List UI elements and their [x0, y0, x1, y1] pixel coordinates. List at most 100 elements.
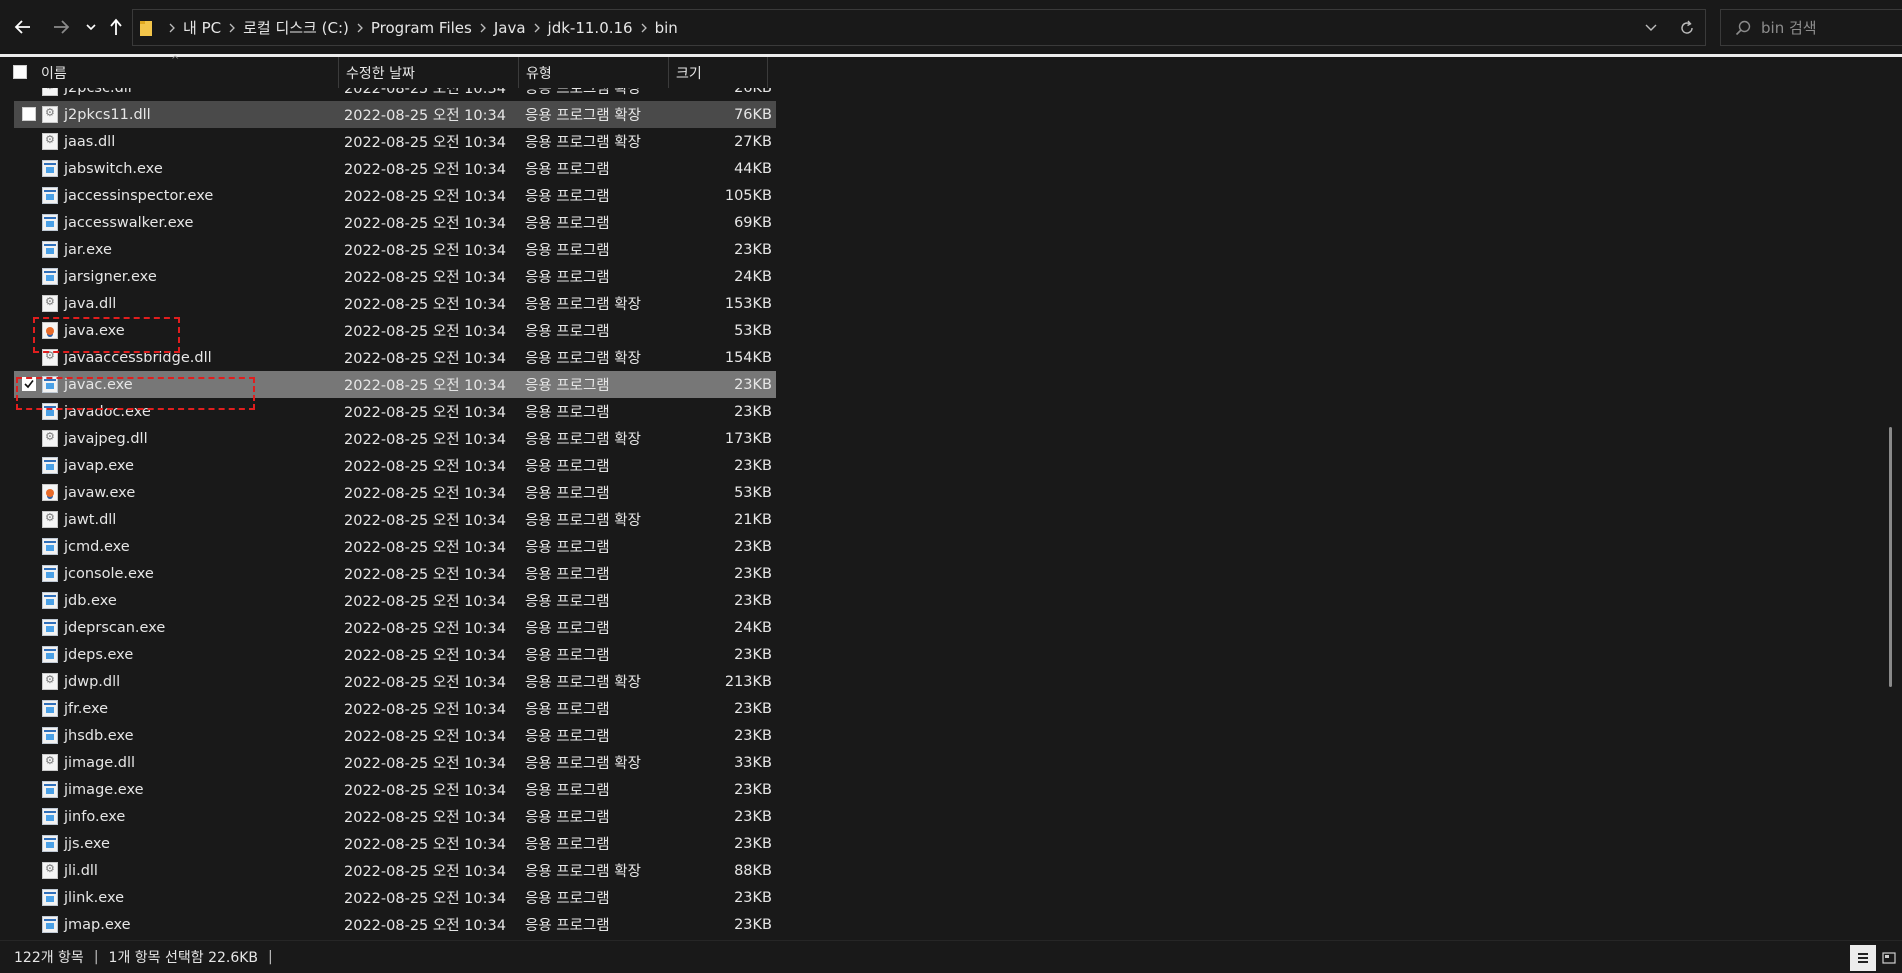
folder-icon: [139, 19, 153, 37]
file-size: 23KB: [734, 727, 772, 744]
up-button[interactable]: [104, 10, 128, 44]
file-modified: 2022-08-25 오전 10:34: [344, 756, 506, 772]
column-modified[interactable]: 수정한 날짜: [338, 57, 518, 88]
file-row[interactable]: jjs.exe 2022-08-25 오전 10:34 응용 프로그램 23KB: [14, 830, 776, 857]
chevron-right-icon[interactable]: [472, 23, 494, 33]
file-row[interactable]: jimage.dll 2022-08-25 오전 10:34 응용 프로그램 확장 3…: [14, 749, 776, 776]
row-checkbox[interactable]: [22, 107, 36, 121]
file-size: 23KB: [734, 916, 772, 933]
column-name[interactable]: 이름: [33, 57, 338, 88]
chevron-right-icon[interactable]: [526, 23, 548, 33]
chevron-right-icon[interactable]: [349, 23, 371, 33]
breadcrumb-item-bin[interactable]: bin: [655, 19, 678, 37]
back-button[interactable]: [8, 10, 38, 44]
chevron-right-icon[interactable]: [633, 23, 655, 33]
chevron-down-icon: [1645, 24, 1657, 31]
exe-icon: [42, 781, 58, 798]
column-type[interactable]: 유형: [518, 57, 668, 88]
recent-locations-button[interactable]: [82, 10, 100, 44]
file-row[interactable]: javadoc.exe 2022-08-25 오전 10:34 응용 프로그램 23K…: [14, 398, 776, 425]
file-row[interactable]: javaw.exe 2022-08-25 오전 10:34 응용 프로그램 53KB: [14, 479, 776, 506]
file-modified: 2022-08-25 오전 10:34: [344, 270, 506, 286]
file-row[interactable]: j2pcsc.dll 2022-08-25 오전 10:34 응용 프로그램 확장 2…: [14, 88, 776, 101]
address-bar[interactable]: 내 PC 로컬 디스크 (C:) Program Files Java jdk-…: [132, 9, 1706, 46]
file-size: 69KB: [734, 214, 772, 231]
column-size[interactable]: 크기: [668, 57, 767, 88]
select-all-checkbox[interactable]: [13, 65, 27, 79]
scrollbar-thumb[interactable]: [1889, 427, 1892, 687]
chevron-right-icon[interactable]: [221, 23, 243, 33]
file-modified: 2022-08-25 오전 10:34: [344, 243, 506, 259]
file-row[interactable]: javac.exe 2022-08-25 오전 10:34 응용 프로그램 23KB: [14, 371, 776, 398]
file-row[interactable]: jarsigner.exe 2022-08-25 오전 10:34 응용 프로그램 2…: [14, 263, 776, 290]
breadcrumb-item-program-files[interactable]: Program Files: [371, 19, 472, 37]
address-history-button[interactable]: [1633, 24, 1669, 32]
file-row[interactable]: jfr.exe 2022-08-25 오전 10:34 응용 프로그램 23KB: [14, 695, 776, 722]
file-row[interactable]: jar.exe 2022-08-25 오전 10:34 응용 프로그램 23KB: [14, 236, 776, 263]
file-type: 응용 프로그램: [525, 189, 610, 205]
file-row[interactable]: jhsdb.exe 2022-08-25 오전 10:34 응용 프로그램 23KB: [14, 722, 776, 749]
file-row[interactable]: javaaccessbridge.dll 2022-08-25 오전 10:34 응…: [14, 344, 776, 371]
breadcrumb-item-local-disk[interactable]: 로컬 디스크 (C:): [243, 17, 349, 38]
view-switcher: [1850, 945, 1902, 971]
dll-icon: [42, 133, 58, 150]
breadcrumb-item-this-pc[interactable]: 내 PC: [183, 17, 221, 38]
dll-icon: [42, 673, 58, 690]
file-row[interactable]: javap.exe 2022-08-25 오전 10:34 응용 프로그램 23KB: [14, 452, 776, 479]
breadcrumb-item-java[interactable]: Java: [494, 19, 526, 37]
search-box[interactable]: [1720, 9, 1902, 46]
file-modified: 2022-08-25 오전 10:34: [344, 891, 506, 907]
file-row[interactable]: jdb.exe 2022-08-25 오전 10:34 응용 프로그램 23KB: [14, 587, 776, 614]
file-modified: 2022-08-25 오전 10:34: [344, 189, 506, 205]
file-modified: 2022-08-25 오전 10:34: [344, 297, 506, 313]
breadcrumb-item-jdk[interactable]: jdk-11.0.16: [548, 19, 633, 37]
file-row[interactable]: jinfo.exe 2022-08-25 오전 10:34 응용 프로그램 23KB: [14, 803, 776, 830]
file-row[interactable]: javajpeg.dll 2022-08-25 오전 10:34 응용 프로그램 확…: [14, 425, 776, 452]
file-size: 153KB: [724, 295, 772, 312]
file-name: javap.exe: [64, 457, 134, 474]
file-type: 응용 프로그램: [525, 567, 610, 583]
file-name: jawt.dll: [64, 511, 117, 528]
file-size: 23KB: [734, 646, 772, 663]
column-divider[interactable]: [767, 57, 768, 88]
file-row[interactable]: jconsole.exe 2022-08-25 오전 10:34 응용 프로그램 23…: [14, 560, 776, 587]
exe-icon: [42, 916, 58, 933]
file-row[interactable]: java.dll 2022-08-25 오전 10:34 응용 프로그램 확장 153…: [14, 290, 776, 317]
file-name: jaas.dll: [64, 133, 116, 150]
forward-button[interactable]: [46, 10, 76, 44]
address-actions: [1633, 10, 1705, 45]
status-bar: 122개 항목 | 1개 항목 선택함 22.6KB |: [0, 940, 1902, 973]
exe-icon: [42, 214, 58, 231]
file-row[interactable]: jdwp.dll 2022-08-25 오전 10:34 응용 프로그램 확장 213…: [14, 668, 776, 695]
file-row[interactable]: jdeprscan.exe 2022-08-25 오전 10:34 응용 프로그램 2…: [14, 614, 776, 641]
file-row[interactable]: java.exe 2022-08-25 오전 10:34 응용 프로그램 53KB: [14, 317, 776, 344]
file-row[interactable]: jaccesswalker.exe 2022-08-25 오전 10:34 응용 프…: [14, 209, 776, 236]
arrow-up-icon: [110, 18, 122, 35]
file-row[interactable]: jli.dll 2022-08-25 오전 10:34 응용 프로그램 확장 88KB: [14, 857, 776, 884]
file-name: jhsdb.exe: [64, 727, 134, 744]
vertical-scrollbar[interactable]: [1882, 57, 1902, 940]
details-view-button[interactable]: [1850, 945, 1876, 971]
file-row[interactable]: jimage.exe 2022-08-25 오전 10:34 응용 프로그램 23KB: [14, 776, 776, 803]
file-row[interactable]: jmap.exe 2022-08-25 오전 10:34 응용 프로그램 23KB: [14, 911, 776, 938]
file-row[interactable]: jawt.dll 2022-08-25 오전 10:34 응용 프로그램 확장 21K…: [14, 506, 776, 533]
file-row[interactable]: jdeps.exe 2022-08-25 오전 10:34 응용 프로그램 23KB: [14, 641, 776, 668]
file-modified: 2022-08-25 오전 10:34: [344, 567, 506, 583]
file-row[interactable]: jaas.dll 2022-08-25 오전 10:34 응용 프로그램 확장 27K…: [14, 128, 776, 155]
file-type: 응용 프로그램: [525, 216, 610, 232]
exe-icon: [42, 619, 58, 636]
file-row[interactable]: jaccessinspector.exe 2022-08-25 오전 10:34 응…: [14, 182, 776, 209]
large-icons-view-button[interactable]: [1876, 945, 1902, 971]
file-row[interactable]: jabswitch.exe 2022-08-25 오전 10:34 응용 프로그램 4…: [14, 155, 776, 182]
file-row[interactable]: jlink.exe 2022-08-25 오전 10:34 응용 프로그램 23KB: [14, 884, 776, 911]
file-name: javadoc.exe: [64, 403, 151, 420]
file-row[interactable]: j2pkcs11.dll 2022-08-25 오전 10:34 응용 프로그램 확…: [14, 101, 776, 128]
file-row[interactable]: jcmd.exe 2022-08-25 오전 10:34 응용 프로그램 23KB: [14, 533, 776, 560]
file-name: jdb.exe: [64, 592, 117, 609]
refresh-button[interactable]: [1669, 20, 1705, 36]
arrow-left-icon: [14, 20, 30, 34]
file-type: 응용 프로그램 확장: [525, 432, 641, 448]
row-checkbox[interactable]: [22, 377, 36, 391]
search-input[interactable]: [1761, 18, 1901, 37]
file-name: jlink.exe: [64, 889, 125, 906]
